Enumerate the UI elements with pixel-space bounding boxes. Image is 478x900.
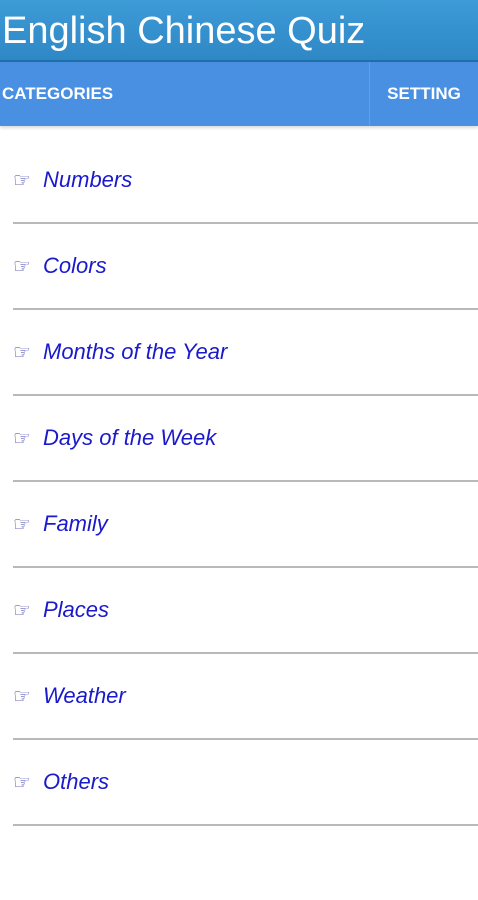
category-label: Numbers [43,167,133,192]
category-label: Months of the Year [43,339,228,364]
app-title: English Chinese Quiz [2,10,366,52]
category-label: Days of the Week [43,425,217,450]
pointing-hand-icon: ☞ [13,341,31,364]
category-label: Colors [43,253,107,278]
category-item-colors[interactable]: ☞ Colors [13,224,478,310]
pointing-hand-icon: ☞ [13,771,31,794]
category-label: Places [43,597,110,622]
category-item-others[interactable]: ☞ Others [13,740,478,826]
pointing-hand-icon: ☞ [13,685,31,708]
category-label: Weather [43,683,126,708]
category-label: Others [43,769,110,794]
category-label: Family [43,511,108,536]
pointing-hand-icon: ☞ [13,169,31,192]
pointing-hand-icon: ☞ [13,513,31,536]
app-screen: English Chinese Quiz CATEGORIES SETTING … [0,0,478,900]
title-bar: English Chinese Quiz [0,0,478,62]
category-item-weather[interactable]: ☞ Weather [13,654,478,740]
category-list: ☞ Numbers ☞ Colors ☞ Months of the Year … [0,126,478,826]
tab-bar: CATEGORIES SETTING [0,62,478,126]
category-item-numbers[interactable]: ☞ Numbers [13,138,478,224]
category-item-places[interactable]: ☞ Places [13,568,478,654]
category-item-days[interactable]: ☞ Days of the Week [13,396,478,482]
pointing-hand-icon: ☞ [13,255,31,278]
tab-categories[interactable]: CATEGORIES [0,62,369,126]
pointing-hand-icon: ☞ [13,427,31,450]
pointing-hand-icon: ☞ [13,599,31,622]
tab-setting[interactable]: SETTING [370,62,478,126]
category-item-family[interactable]: ☞ Family [13,482,478,568]
category-item-months[interactable]: ☞ Months of the Year [13,310,478,396]
